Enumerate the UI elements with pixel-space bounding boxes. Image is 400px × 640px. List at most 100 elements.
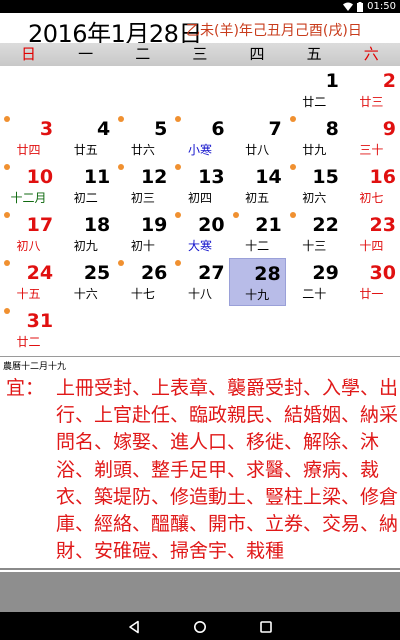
lunar-day: 十四 (359, 239, 384, 253)
day-cell-1[interactable]: 1 廿二 (286, 66, 343, 114)
day-cell-17[interactable]: 17 初八 (0, 210, 57, 258)
day-cell-26[interactable]: 26 十七 (114, 258, 171, 306)
day-cell-6[interactable]: 6 小寒 (171, 114, 228, 162)
status-time: 01:50 (367, 1, 396, 12)
event-dot-icon (289, 212, 296, 218)
weekday-fri: 五 (306, 45, 322, 63)
calendar-grid: 1 廿二 2 廿三 3 廿四 4 廿五 5 廿六 6 小寒 7 廿八 8 廿九 9 三十 10 十二月 11 初二 12 初三… (0, 66, 400, 354)
event-dot-icon (232, 212, 239, 218)
weekday-header: 日 一 二 三 四 五 六 (0, 43, 400, 66)
suitable-label: 宜： (6, 377, 45, 399)
day-number: 7 (268, 118, 282, 140)
event-dot-icon (4, 212, 10, 218)
day-cell-4[interactable]: 4 廿五 (57, 114, 114, 162)
day-cell-10[interactable]: 10 十二月 (0, 162, 57, 210)
day-cell-18[interactable]: 18 初九 (57, 210, 114, 258)
day-number: 17 (26, 214, 54, 236)
bottom-gray-area (0, 572, 400, 612)
day-cell-8[interactable]: 8 廿九 (286, 114, 343, 162)
event-dot-icon (289, 116, 296, 122)
event-dot-icon (175, 116, 182, 122)
day-cell-22[interactable]: 22 十三 (286, 210, 343, 258)
event-dot-icon (118, 164, 125, 170)
day-cell-23[interactable]: 23 十四 (343, 210, 400, 258)
day-cell-15[interactable]: 15 初六 (286, 162, 343, 210)
day-number: 5 (154, 118, 168, 140)
weekday-sun: 日 (21, 45, 37, 63)
day-number: 18 (83, 214, 111, 236)
day-number: 8 (325, 118, 339, 140)
day-number: 10 (26, 166, 54, 188)
event-dot-icon (289, 164, 296, 170)
day-cell-27[interactable]: 27 十八 (171, 258, 228, 306)
lunar-day: 小寒 (187, 143, 212, 157)
lunar-day: 二十 (302, 287, 327, 301)
day-number: 16 (369, 166, 396, 188)
lunar-day: 廿一 (359, 287, 384, 301)
day-cell-19[interactable]: 19 初十 (114, 210, 171, 258)
day-number: 14 (255, 166, 282, 188)
day-cell-21[interactable]: 21 十二 (229, 210, 286, 258)
day-number: 15 (312, 166, 339, 188)
day-cell-3[interactable]: 3 廿四 (0, 114, 57, 162)
wifi-icon (343, 2, 354, 11)
day-cell-24[interactable]: 24 十五 (0, 258, 57, 306)
lunar-day: 十七 (130, 287, 155, 301)
weekday-tue: 二 (135, 45, 151, 63)
day-cell-30[interactable]: 30 廿一 (343, 258, 400, 306)
day-cell-9[interactable]: 9 三十 (343, 114, 400, 162)
lunar-day: 廿六 (130, 143, 155, 157)
lunar-day: 初三 (130, 191, 155, 205)
day-number: 9 (382, 118, 396, 140)
back-icon[interactable] (127, 619, 141, 634)
lunar-day: 初六 (302, 191, 327, 205)
day-number: 31 (26, 310, 54, 332)
status-icons: 01:50 (343, 0, 396, 13)
event-dot-icon (175, 164, 182, 170)
day-number: 20 (198, 214, 225, 236)
day-cell-28[interactable]: 28 十九 (228, 258, 286, 306)
event-dot-icon (4, 164, 10, 170)
day-cell-12[interactable]: 12 初三 (114, 162, 171, 210)
day-number: 2 (382, 70, 396, 92)
home-icon[interactable] (193, 619, 207, 633)
event-dot-icon (175, 260, 182, 266)
lunar-day: 初九 (73, 239, 98, 253)
weekday-mon: 一 (78, 45, 94, 63)
lunar-day: 初四 (187, 191, 212, 205)
day-cell-2[interactable]: 2 廿三 (343, 66, 400, 114)
day-number: 13 (198, 166, 225, 188)
lunar-day: 十八 (187, 287, 212, 301)
day-number: 29 (312, 262, 339, 284)
lunar-day: 廿九 (302, 143, 327, 157)
day-cell-13[interactable]: 13 初四 (171, 162, 228, 210)
event-dot-icon (175, 212, 182, 218)
day-cell-25[interactable]: 25 十六 (57, 258, 114, 306)
day-number: 23 (369, 214, 396, 236)
lunar-day: 廿二 (16, 335, 41, 349)
lunar-day: 初十 (130, 239, 155, 253)
day-cell-20[interactable]: 20 大寒 (171, 210, 228, 258)
day-number: 22 (312, 214, 339, 236)
day-cell-31[interactable]: 31 廿二 (0, 306, 57, 354)
lunar-day: 初七 (359, 191, 384, 205)
calendar-app: 01:50 2016年1月28日 乙未(羊)年己丑月己酉(戌)日 日 一 二 三… (0, 0, 400, 640)
day-cell-16[interactable]: 16 初七 (343, 162, 400, 210)
recent-apps-icon[interactable] (259, 619, 273, 633)
lunar-date: 乙未(羊)年己丑月己酉(戌)日 (186, 23, 362, 39)
day-cell-7[interactable]: 7 廿八 (229, 114, 286, 162)
lunar-day: 十五 (16, 287, 41, 301)
lunar-day: 廿八 (245, 143, 270, 157)
battery-icon (357, 1, 364, 12)
event-dot-icon (118, 260, 125, 266)
day-info-panel[interactable]: 農曆十二月十九 宜： 上冊受封、上表章、襲爵受封、入學、出行、上官赴任、臨政親民… (0, 356, 400, 570)
day-number: 21 (255, 214, 282, 236)
weekday-sat: 六 (363, 45, 379, 63)
day-number: 24 (26, 262, 54, 284)
day-cell-29[interactable]: 29 二十 (286, 258, 343, 306)
day-cell-14[interactable]: 14 初五 (229, 162, 286, 210)
lunar-day: 十九 (245, 288, 270, 302)
lunar-day: 廿二 (302, 95, 327, 109)
day-cell-5[interactable]: 5 廿六 (114, 114, 171, 162)
day-cell-11[interactable]: 11 初二 (57, 162, 114, 210)
